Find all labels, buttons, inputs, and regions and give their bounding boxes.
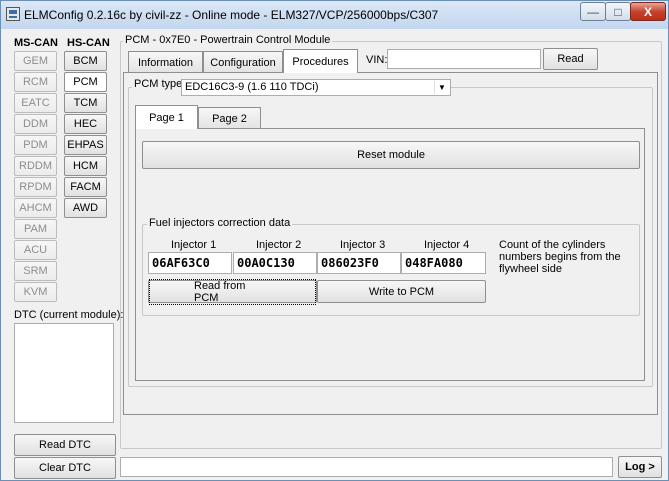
tab-information[interactable]: Information xyxy=(128,51,203,73)
ms-can-header: MS-CAN xyxy=(14,37,58,49)
fuel-injectors-title: Fuel injectors correction data xyxy=(147,217,293,229)
title-bar: ELMConfig 0.2.16c by civil-zz - Online m… xyxy=(1,1,668,29)
pcm-type-select[interactable]: EDC16C3-9 (1.6 110 TDCi) ▼ xyxy=(181,79,451,96)
injector-1-label: Injector 1 xyxy=(171,239,217,251)
dtc-label: DTC (current module): xyxy=(14,309,124,321)
app-window: ELMConfig 0.2.16c by civil-zz - Online m… xyxy=(0,0,669,481)
injector-4-label: Injector 4 xyxy=(424,239,470,251)
module-button-acu[interactable]: ACU xyxy=(14,240,57,260)
app-icon xyxy=(6,7,20,21)
clear-dtc-button[interactable]: Clear DTC xyxy=(14,457,116,479)
read-dtc-button[interactable]: Read DTC xyxy=(14,434,116,456)
pcm-type-value: EDC16C3-9 (1.6 110 TDCi) xyxy=(185,81,319,93)
module-button-hec[interactable]: HEC xyxy=(64,114,107,134)
vin-label: VIN: xyxy=(366,54,388,66)
minimize-button[interactable]: — xyxy=(580,2,606,21)
cylinder-note: Count of the cylinders numbers begins fr… xyxy=(499,239,621,275)
window-title: ELMConfig 0.2.16c by civil-zz - Online m… xyxy=(24,8,439,22)
reset-module-button[interactable]: Reset module xyxy=(142,141,640,169)
read-from-pcm-label: Read from PCM xyxy=(149,278,316,305)
tab-configuration[interactable]: Configuration xyxy=(203,51,283,73)
injector-3-field[interactable]: 086023F0 xyxy=(317,252,401,274)
module-button-ahcm[interactable]: AHCM xyxy=(14,198,57,218)
tab-page-1[interactable]: Page 1 xyxy=(135,105,198,129)
tab-procedures[interactable]: Procedures xyxy=(283,49,358,73)
maximize-button[interactable]: □ xyxy=(605,2,631,21)
injector-3-label: Injector 3 xyxy=(340,239,386,251)
module-button-rddm[interactable]: RDDM xyxy=(14,156,57,176)
injector-2-field[interactable]: 00A0C130 xyxy=(233,252,317,274)
injector-1-field[interactable]: 06AF63C0 xyxy=(148,252,232,274)
module-button-eatc[interactable]: EATC xyxy=(14,93,57,113)
read-vin-button[interactable]: Read xyxy=(543,48,598,70)
module-button-rpdm[interactable]: RPDM xyxy=(14,177,57,197)
hs-can-header: HS-CAN xyxy=(67,37,110,49)
module-button-ehpas[interactable]: EHPAS xyxy=(64,135,107,155)
dtc-list[interactable] xyxy=(14,323,114,423)
write-to-pcm-button[interactable]: Write to PCM xyxy=(317,280,486,303)
status-field[interactable] xyxy=(120,457,613,477)
module-button-kvm[interactable]: KVM xyxy=(14,282,57,302)
module-button-tcm[interactable]: TCM xyxy=(64,93,107,113)
module-group-title: PCM - 0x7E0 - Powertrain Control Module xyxy=(123,34,333,46)
log-button[interactable]: Log > xyxy=(618,456,662,478)
close-button[interactable]: X xyxy=(630,2,666,21)
module-button-gem[interactable]: GEM xyxy=(14,51,57,71)
pcm-type-label: PCM type: xyxy=(132,78,188,90)
module-button-hcm[interactable]: HCM xyxy=(64,156,107,176)
injector-2-label: Injector 2 xyxy=(256,239,302,251)
module-button-ddm[interactable]: DDM xyxy=(14,114,57,134)
module-button-pdm[interactable]: PDM xyxy=(14,135,57,155)
module-button-pam[interactable]: PAM xyxy=(14,219,57,239)
read-from-pcm-button[interactable]: Read from PCM xyxy=(148,278,317,305)
injector-4-field[interactable]: 048FA080 xyxy=(401,252,486,274)
module-button-awd[interactable]: AWD xyxy=(64,198,107,218)
module-button-facm[interactable]: FACM xyxy=(64,177,107,197)
module-button-rcm[interactable]: RCM xyxy=(14,72,57,92)
chevron-down-icon: ▼ xyxy=(434,81,449,94)
module-button-pcm[interactable]: PCM xyxy=(64,72,107,92)
module-button-srm[interactable]: SRM xyxy=(14,261,57,281)
module-button-bcm[interactable]: BCM xyxy=(64,51,107,71)
vin-input[interactable] xyxy=(387,49,541,69)
tab-page-2[interactable]: Page 2 xyxy=(198,107,261,129)
